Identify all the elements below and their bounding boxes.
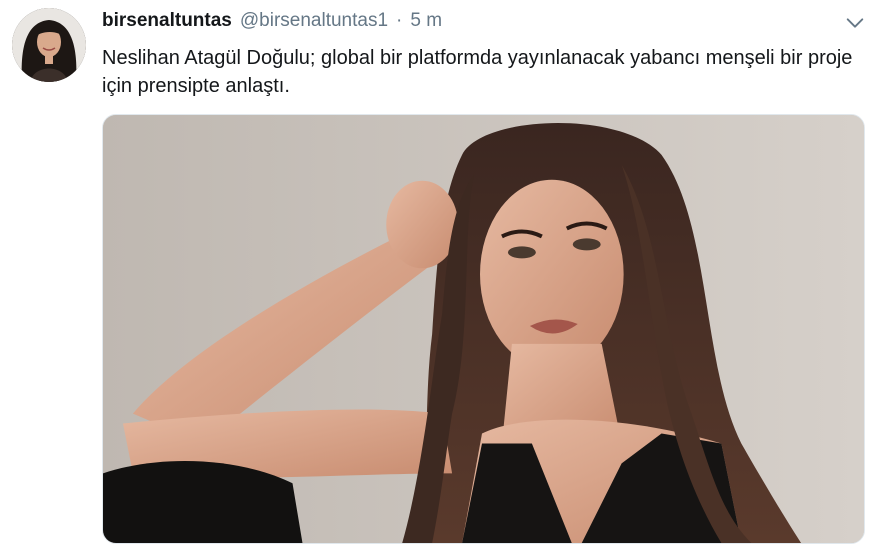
chevron-down-icon[interactable]: [844, 12, 866, 34]
tweet-text: Neslihan Atagül Doğulu; global bir platf…: [102, 47, 853, 97]
tweet-header: birsenaltuntas @birsenaltuntas1 · 5 m: [102, 10, 442, 32]
display-name[interactable]: birsenaltuntas: [102, 10, 232, 32]
separator-dot: ·: [396, 10, 403, 31]
timestamp[interactable]: 5 m: [410, 10, 442, 32]
portrait-photo: [103, 115, 864, 543]
avatar[interactable]: [12, 8, 86, 82]
tweet-photo[interactable]: [102, 114, 865, 544]
tweet[interactable]: birsenaltuntas @birsenaltuntas1 · 5 m Ne…: [0, 0, 892, 558]
avatar-photo: [12, 8, 86, 82]
user-handle[interactable]: @birsenaltuntas1: [240, 10, 388, 32]
